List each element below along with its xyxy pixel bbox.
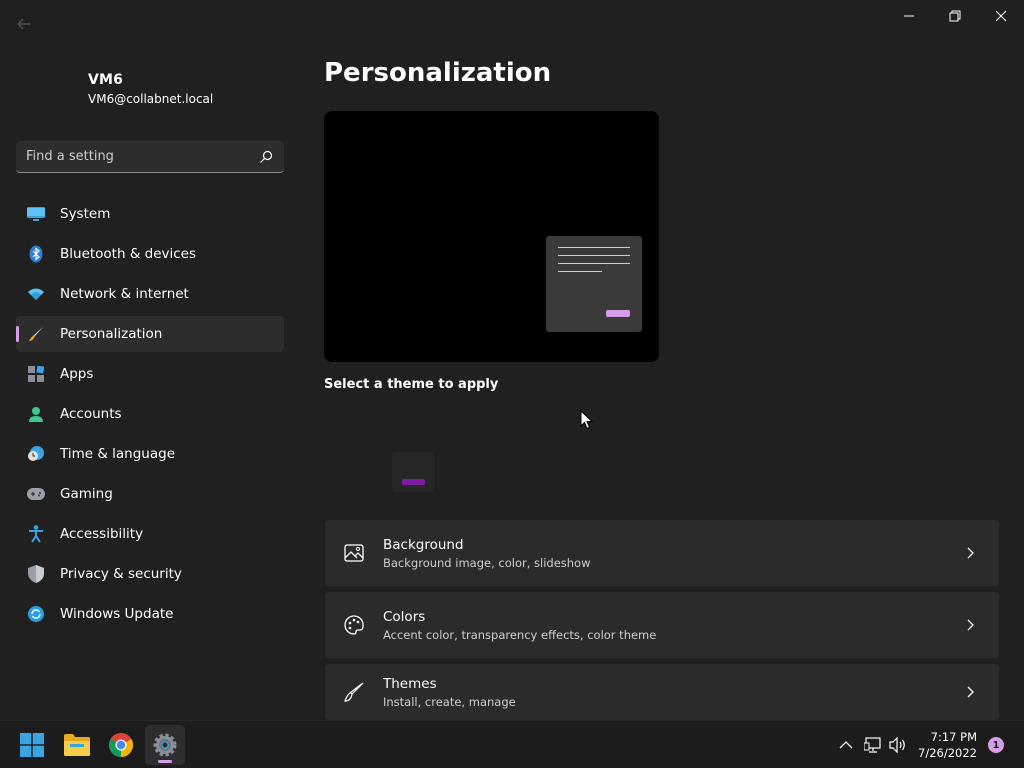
sidebar-item-label: Bluetooth & devices: [60, 246, 197, 262]
sidebar-item-label: Accounts: [60, 406, 122, 422]
file-explorer-button[interactable]: [57, 725, 97, 765]
sidebar-item-apps[interactable]: Apps: [16, 356, 284, 392]
preview-line: [558, 255, 630, 256]
preview-line: [558, 247, 630, 248]
sidebar-item-label: Windows Update: [60, 606, 174, 622]
folder-icon: [64, 734, 90, 756]
wifi-icon: [26, 284, 46, 304]
clock-date: 7/26/2022: [918, 746, 977, 760]
user-profile[interactable]: VM6 VM6@collabnet.local: [88, 72, 213, 106]
clock-globe-icon: [26, 444, 46, 464]
sidebar-item-label: Time & language: [60, 446, 176, 462]
sidebar: VM6 VM6@collabnet.local System Bluetooth…: [0, 0, 300, 720]
search-icon[interactable]: [258, 149, 274, 165]
taskbar-clock[interactable]: 7:17 PM 7/26/2022: [918, 729, 977, 761]
preview-window: [546, 236, 642, 332]
sidebar-item-bluetooth[interactable]: Bluetooth & devices: [16, 236, 284, 272]
brush-icon: [342, 680, 366, 704]
card-subtitle: Accent color, transparency effects, colo…: [383, 627, 657, 642]
preview-line: [558, 271, 602, 272]
settings-taskbar-button[interactable]: [145, 725, 185, 765]
sidebar-item-label: Gaming: [60, 486, 113, 502]
card-title: Colors: [383, 608, 426, 625]
shield-icon: [26, 564, 46, 584]
gamepad-icon: [26, 484, 46, 504]
windows-logo-icon: [20, 733, 44, 757]
background-card[interactable]: Background Background image, color, slid…: [325, 520, 999, 586]
themes-card[interactable]: Themes Install, create, manage: [325, 664, 999, 720]
restore-button[interactable]: [932, 0, 978, 32]
sidebar-item-system[interactable]: System: [16, 196, 284, 232]
card-title: Background: [383, 536, 464, 553]
brush-icon: [26, 324, 46, 344]
card-text: Themes Install, create, manage: [383, 676, 963, 709]
card-subtitle: Install, create, manage: [383, 694, 516, 709]
volume-icon: [889, 737, 905, 753]
theme-accent-swatch: [402, 479, 425, 485]
person-icon: [26, 404, 46, 424]
sidebar-item-windows-update[interactable]: Windows Update: [16, 596, 284, 632]
show-hidden-icons-button[interactable]: [836, 735, 856, 755]
volume-tray-button[interactable]: [888, 735, 908, 755]
chrome-icon: [109, 733, 133, 757]
theme-preview: [324, 111, 659, 362]
search-input[interactable]: [26, 149, 258, 164]
chrome-button[interactable]: [101, 725, 141, 765]
card-subtitle: Background image, color, slideshow: [383, 555, 591, 570]
start-button[interactable]: [12, 725, 52, 765]
theme-thumbnail[interactable]: [392, 452, 435, 492]
monitor-icon: [26, 204, 46, 224]
sidebar-item-label: Personalization: [60, 326, 163, 342]
chevron-up-icon: [839, 741, 853, 749]
update-icon: [26, 604, 46, 624]
network-tray-button[interactable]: [863, 735, 883, 755]
bluetooth-icon: [26, 244, 46, 264]
window-controls: [886, 0, 1024, 32]
user-email: VM6@collabnet.local: [88, 92, 214, 106]
sidebar-item-label: Apps: [60, 366, 94, 382]
chevron-right-icon: [963, 617, 979, 633]
user-name: VM6: [88, 72, 124, 88]
image-icon: [342, 541, 366, 565]
chevron-right-icon: [963, 545, 979, 561]
restore-icon: [949, 10, 961, 22]
chevron-right-icon: [963, 684, 979, 700]
apps-icon: [26, 364, 46, 384]
sidebar-item-privacy-security[interactable]: Privacy & security: [16, 556, 284, 592]
sidebar-item-time-language[interactable]: Time & language: [16, 436, 284, 472]
theme-section-label: Select a theme to apply: [324, 377, 499, 392]
preview-accent-button: [606, 310, 630, 317]
sidebar-item-accessibility[interactable]: Accessibility: [16, 516, 284, 552]
card-text: Colors Accent color, transparency effect…: [383, 609, 963, 642]
sidebar-item-gaming[interactable]: Gaming: [16, 476, 284, 512]
taskbar: 7:17 PM 7/26/2022 1: [0, 720, 1024, 768]
sidebar-item-personalization[interactable]: Personalization: [16, 316, 284, 352]
page-title: Personalization: [324, 58, 552, 88]
sidebar-item-label: Network & internet: [60, 286, 189, 302]
card-text: Background Background image, color, slid…: [383, 537, 963, 570]
preview-line: [558, 263, 630, 264]
nav-list: System Bluetooth & devices Network & int…: [16, 196, 284, 636]
palette-icon: [342, 613, 366, 637]
sidebar-item-accounts[interactable]: Accounts: [16, 396, 284, 432]
card-title: Themes: [383, 675, 437, 692]
sidebar-item-label: Accessibility: [60, 526, 144, 542]
close-button[interactable]: [978, 0, 1024, 32]
colors-card[interactable]: Colors Accent color, transparency effect…: [325, 592, 999, 658]
gear-icon: [153, 733, 177, 757]
close-icon: [995, 10, 1007, 22]
sidebar-item-label: Privacy & security: [60, 566, 182, 582]
mouse-cursor-icon: [580, 410, 594, 430]
minimize-button[interactable]: [886, 0, 932, 32]
sidebar-item-label: System: [60, 206, 111, 222]
notification-badge[interactable]: 1: [988, 737, 1004, 753]
sidebar-item-network[interactable]: Network & internet: [16, 276, 284, 312]
accessibility-icon: [26, 524, 46, 544]
search-box: [16, 141, 284, 173]
minimize-icon: [904, 15, 914, 17]
network-icon: [864, 737, 881, 753]
clock-time: 7:17 PM: [930, 730, 977, 744]
